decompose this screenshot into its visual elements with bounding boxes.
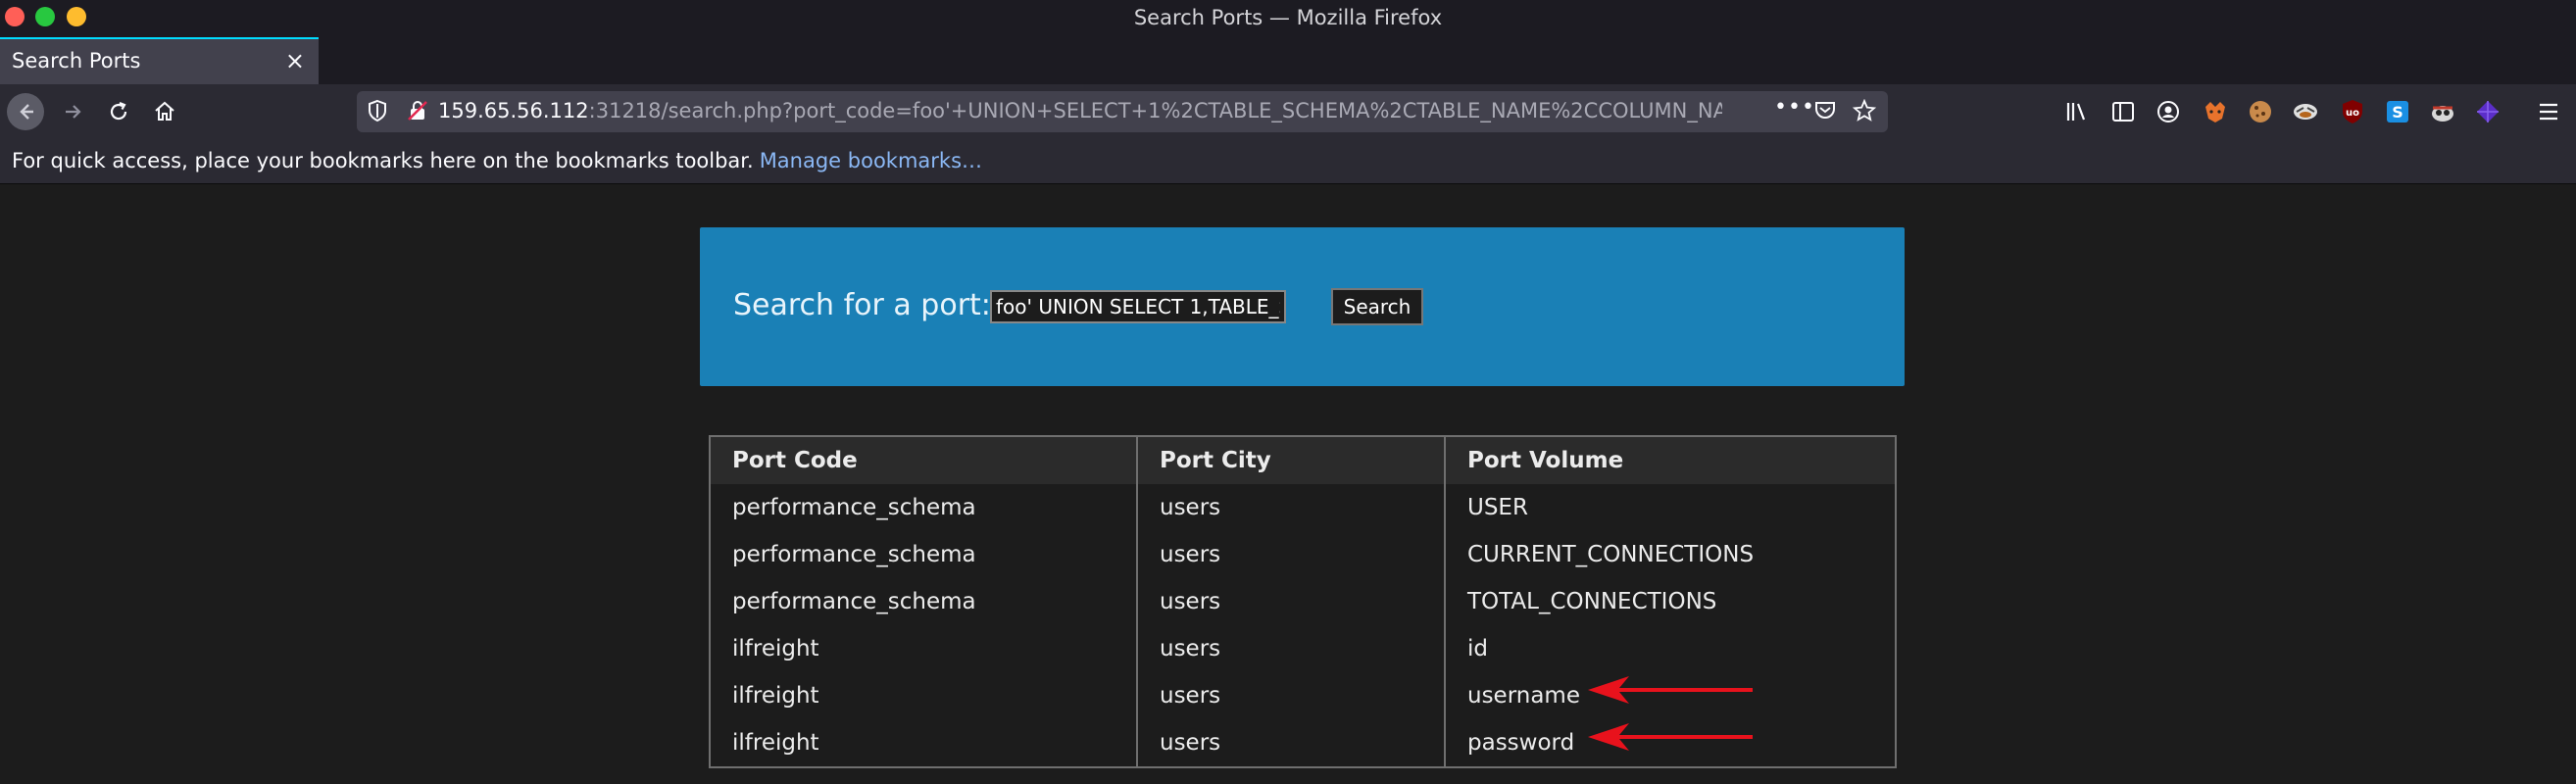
extension-disguise-icon[interactable] [2292, 98, 2319, 125]
bookmarks-hint-text: For quick access, place your bookmarks h… [12, 149, 754, 172]
pocket-icon[interactable] [1813, 100, 1837, 125]
annotation-arrow-username [1588, 676, 1753, 704]
sidebar-icon[interactable] [2109, 98, 2137, 125]
manage-bookmarks-link[interactable]: Manage bookmarks… [760, 149, 982, 172]
forward-icon [66, 105, 81, 119]
menu-icon[interactable] [2535, 98, 2562, 125]
forward-button[interactable] [54, 92, 93, 131]
extension-cube-icon[interactable] [2474, 98, 2502, 125]
table-row: performance_schema users USER [710, 484, 1896, 531]
url-path: :31218/search.php?port_code=foo'+UNION+S… [588, 99, 1722, 122]
table-row: performance_schema users CURRENT_CONNECT… [710, 531, 1896, 578]
svg-text:uo: uo [2346, 108, 2359, 119]
insecure-lock-icon[interactable] [406, 99, 429, 126]
back-button[interactable] [6, 92, 45, 131]
reload-icon [110, 101, 127, 121]
table-row: ilfreight users id [710, 625, 1896, 672]
page-actions-more-icon[interactable]: ••• [1774, 95, 1815, 120]
extension-eyes-icon[interactable] [2429, 98, 2456, 125]
navigation-toolbar: 159.65.56.112:31218/search.php?port_code… [0, 84, 2576, 139]
cell-port-city: users [1137, 625, 1446, 672]
cell-port-city: users [1137, 484, 1446, 531]
bookmarks-hint: For quick access, place your bookmarks h… [12, 149, 982, 172]
tab-search-ports[interactable]: Search Ports × [0, 37, 319, 84]
search-label: Search for a port: [733, 288, 991, 322]
tab-title: Search Ports [12, 49, 141, 73]
home-button[interactable] [145, 92, 184, 131]
cell-port-code: ilfreight [710, 719, 1138, 767]
table-header-row: Port Code Port City Port Volume [710, 436, 1896, 484]
port-search-input[interactable] [990, 290, 1286, 323]
tab-strip: Search Ports × [0, 37, 2576, 84]
url-text[interactable]: 159.65.56.112:31218/search.php?port_code… [438, 99, 1722, 122]
cell-port-code: performance_schema [710, 484, 1138, 531]
header-port-volume: Port Volume [1445, 436, 1896, 484]
search-button[interactable]: Search [1331, 288, 1423, 325]
results-table: Port Code Port City Port Volume performa… [709, 435, 1897, 768]
cell-port-city: users [1137, 719, 1446, 767]
back-icon [7, 93, 44, 130]
cell-port-city: users [1137, 672, 1446, 719]
library-icon[interactable] [2064, 98, 2092, 125]
home-icon [155, 101, 174, 121]
reload-button[interactable] [99, 92, 138, 131]
ublock-origin-icon[interactable]: uo [2339, 98, 2366, 125]
page-content: Search for a port: Search Port Code Port… [0, 184, 2576, 784]
svg-text:S: S [2392, 103, 2403, 122]
table-row: performance_schema users TOTAL_CONNECTIO… [710, 578, 1896, 625]
cell-port-volume: TOTAL_CONNECTIONS [1467, 589, 1717, 614]
shield-icon[interactable] [367, 99, 388, 126]
cell-port-code: performance_schema [710, 578, 1138, 625]
account-icon[interactable] [2155, 98, 2182, 125]
cell-port-volume: CURRENT_CONNECTIONS [1467, 542, 1755, 567]
cell-port-city: users [1137, 578, 1446, 625]
search-panel: Search for a port: Search [700, 227, 1905, 386]
cell-port-city: users [1137, 531, 1446, 578]
tab-close-icon[interactable]: × [285, 47, 305, 74]
extension-cookie-icon[interactable] [2247, 98, 2274, 125]
window-titlebar: Search Ports — Mozilla Firefox [0, 0, 2576, 37]
url-bar[interactable]: 159.65.56.112:31218/search.php?port_code… [357, 91, 1888, 132]
url-host: 159.65.56.112 [438, 99, 589, 122]
bookmarks-toolbar: For quick access, place your bookmarks h… [0, 139, 2576, 184]
cell-port-code: performance_schema [710, 531, 1138, 578]
cell-port-volume: USER [1467, 495, 1528, 520]
star-icon[interactable] [1852, 98, 1877, 126]
cell-port-volume: id [1467, 636, 1488, 662]
cell-port-code: ilfreight [710, 672, 1138, 719]
cell-port-code: ilfreight [710, 625, 1138, 672]
header-port-code: Port Code [710, 436, 1138, 484]
window-title: Search Ports — Mozilla Firefox [1133, 6, 1443, 29]
extension-fox-icon[interactable] [2202, 98, 2229, 125]
extension-s-icon[interactable]: S [2384, 98, 2411, 125]
annotation-arrow-password [1588, 723, 1753, 751]
header-port-city: Port City [1137, 436, 1446, 484]
